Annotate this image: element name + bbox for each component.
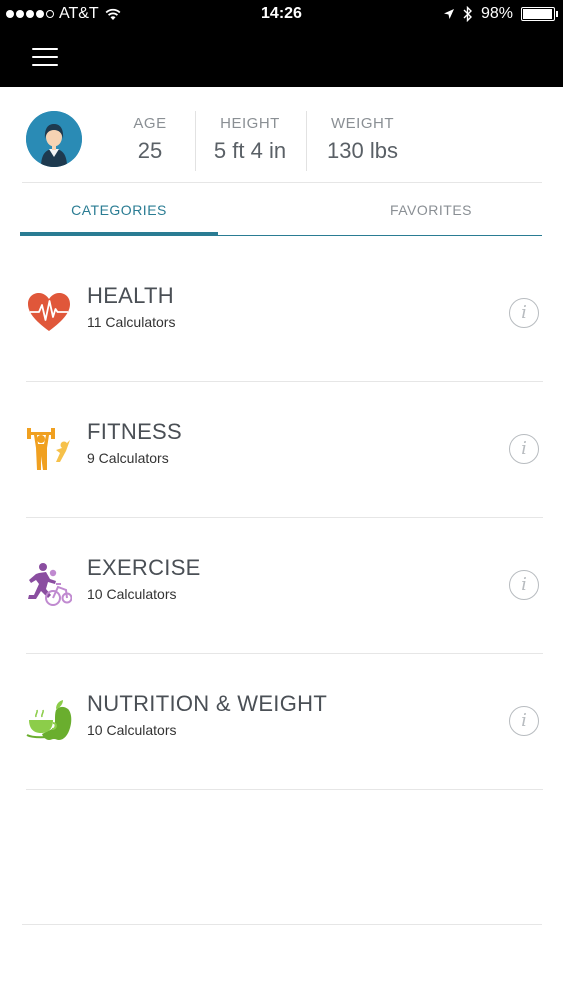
weight-stat: WEIGHT 130 lbs [315, 115, 410, 164]
status-bar: AT&T 14:26 98% [0, 0, 563, 30]
info-icon[interactable]: i [509, 434, 539, 464]
category-health[interactable]: HEALTH 11 Calculators i [26, 246, 543, 382]
height-label: HEIGHT [220, 115, 280, 132]
age-stat: AGE 25 [120, 115, 180, 164]
tab-bar: CATEGORIES FAVORITES [20, 184, 542, 236]
tab-categories[interactable]: CATEGORIES [20, 184, 218, 236]
category-title: EXERCISE [87, 555, 201, 580]
category-count: 10 Calculators [87, 722, 177, 738]
row-divider [26, 789, 543, 790]
profile-summary: AGE 25 HEIGHT 5 ft 4 in WEIGHT 130 lbs [0, 87, 563, 183]
female-user-avatar-icon[interactable] [26, 111, 82, 167]
category-fitness[interactable]: FITNESS 9 Calculators i [26, 382, 543, 518]
category-nutrition-weight[interactable]: NUTRITION & WEIGHT 10 Calculators i [26, 654, 543, 790]
info-icon[interactable]: i [509, 298, 539, 328]
battery-percent: 98% [480, 5, 513, 22]
running-cycling-icon [28, 563, 72, 606]
category-title: HEALTH [87, 283, 174, 308]
heart-pulse-icon [28, 293, 70, 331]
category-title: FITNESS [87, 419, 182, 444]
height-value: 5 ft 4 in [213, 138, 287, 163]
age-value: 25 [137, 138, 163, 163]
status-right: 98% [443, 5, 558, 23]
hamburger-menu-icon[interactable] [32, 48, 58, 68]
info-icon[interactable]: i [509, 706, 539, 736]
active-tab-indicator [20, 232, 218, 236]
weight-value: 130 lbs [327, 138, 398, 163]
age-label: AGE [133, 115, 167, 132]
height-stat: HEIGHT 5 ft 4 in [200, 115, 300, 164]
bluetooth-icon [463, 6, 472, 22]
weight-label: WEIGHT [331, 115, 394, 132]
weightlifting-icon [27, 428, 70, 470]
category-count: 10 Calculators [87, 586, 177, 602]
location-arrow-icon [443, 9, 454, 19]
battery-fill [523, 9, 553, 19]
category-title: NUTRITION & WEIGHT [87, 691, 328, 716]
apple-cup-icon [26, 700, 72, 740]
stat-divider [195, 111, 196, 171]
battery-icon [521, 7, 558, 21]
category-exercise[interactable]: EXERCISE 10 Calculators i [26, 518, 543, 654]
info-icon[interactable]: i [509, 570, 539, 600]
bottom-divider [22, 924, 542, 925]
category-count: 9 Calculators [87, 450, 169, 466]
tab-favorites[interactable]: FAVORITES [320, 184, 542, 236]
category-count: 11 Calculators [87, 314, 176, 330]
profile-divider [22, 182, 542, 183]
stat-divider [306, 111, 307, 171]
nav-bar [0, 30, 563, 87]
